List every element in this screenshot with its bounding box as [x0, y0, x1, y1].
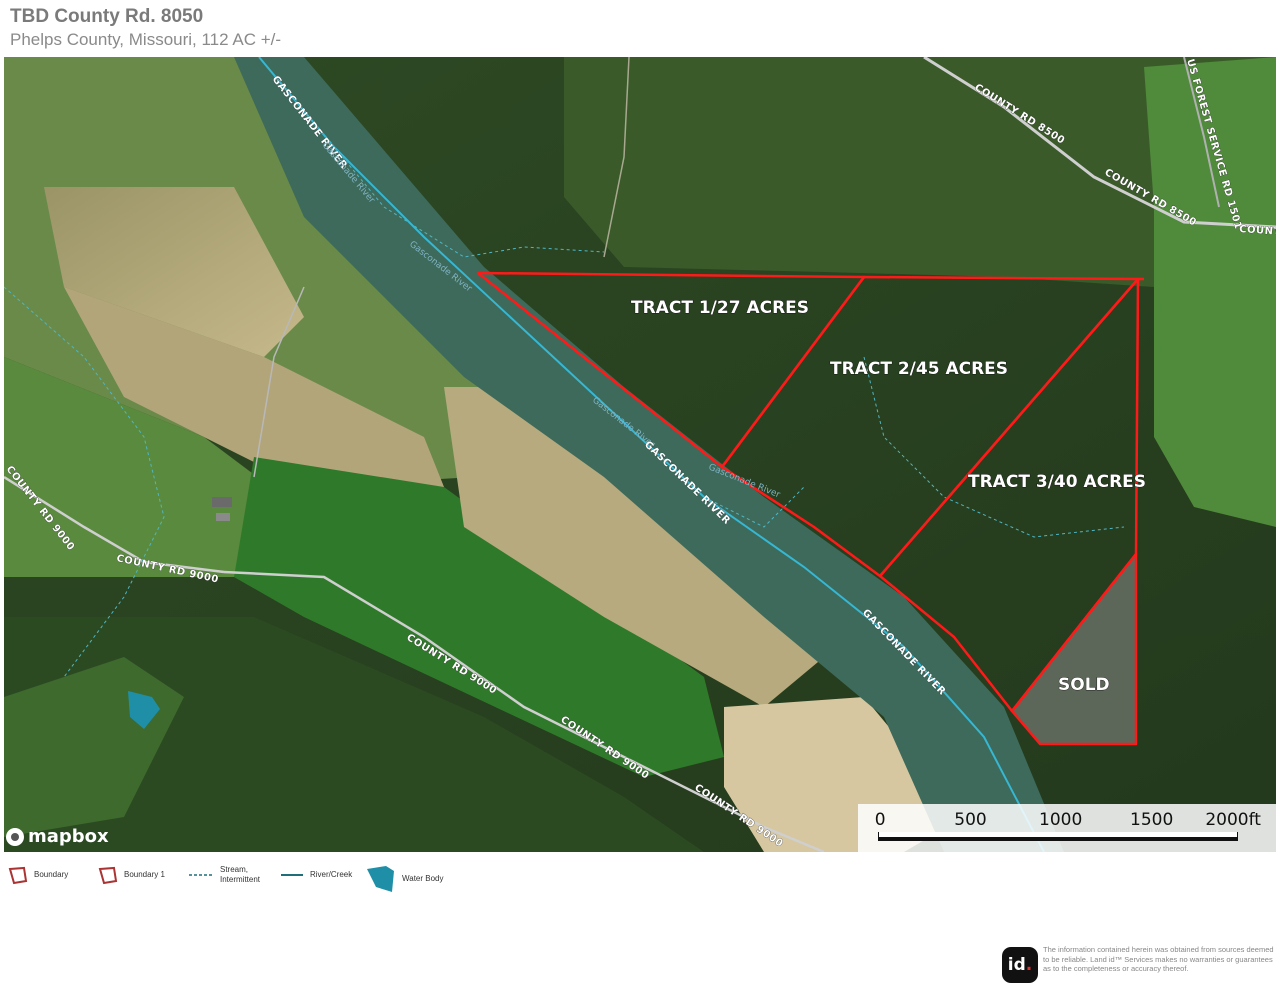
legend-item-water-body: Water Body [366, 865, 444, 893]
legend-label: Boundary 1 [124, 870, 165, 879]
river-creek-icon [281, 874, 303, 876]
scale-tick: 1500 [1130, 810, 1174, 830]
map-view[interactable]: TRACT 1/27 ACRES TRACT 2/45 ACRES TRACT … [4, 57, 1276, 852]
tract-1-label: TRACT 1/27 ACRES [631, 298, 809, 318]
mapbox-logo-icon [6, 827, 24, 846]
tract-2-label: TRACT 2/45 ACRES [830, 359, 1008, 379]
scale-tick: 1000 [1039, 810, 1083, 830]
mapbox-attribution[interactable]: mapbox [6, 826, 109, 847]
legend-label: Water Body [402, 874, 444, 883]
legend-item-river: River/Creek [280, 865, 352, 885]
boundary-icon [8, 866, 28, 885]
legend-item-stream: Stream, Intermittent [188, 865, 266, 885]
scale-tick: 2000ft [1205, 810, 1261, 830]
logo-text: id [1007, 955, 1026, 975]
scale-bar-line [878, 832, 1238, 841]
page-subtitle: Phelps County, Missouri, 112 AC +/- [10, 30, 282, 49]
tract-3-label: TRACT 3/40 ACRES [968, 472, 1146, 492]
map-legend: Boundary Boundary 1 Stream, Intermittent… [8, 865, 608, 895]
stream-intermittent-icon [189, 874, 213, 876]
land-id-footer: id. The information contained herein was… [1002, 945, 1278, 987]
legend-label: Boundary [34, 870, 69, 879]
logo-dot: . [1025, 955, 1033, 975]
boundary-1-icon [98, 866, 118, 885]
sold-label: SOLD [1058, 675, 1110, 695]
page-title: TBD County Rd. 8050 [10, 6, 204, 27]
mapbox-attribution-text: mapbox [28, 826, 109, 847]
scale-tick: 500 [954, 810, 987, 830]
disclaimer-text: The information contained herein was obt… [1043, 945, 1274, 973]
water-body-icon [367, 866, 394, 892]
scale-tick: 0 [874, 810, 886, 830]
map-canvas[interactable]: TRACT 1/27 ACRES TRACT 2/45 ACRES TRACT … [4, 57, 1276, 852]
farm-building [212, 497, 232, 507]
legend-item-boundary: Boundary [8, 865, 68, 885]
legend-item-boundary-1: Boundary 1 [98, 865, 165, 885]
legend-label: Stream, Intermittent [220, 865, 261, 884]
farm-building [216, 513, 230, 521]
land-id-logo-icon: id. [1002, 947, 1038, 983]
scale-bar: 0 500 1000 1500 2000ft [858, 804, 1276, 852]
legend-label: River/Creek [310, 870, 353, 879]
